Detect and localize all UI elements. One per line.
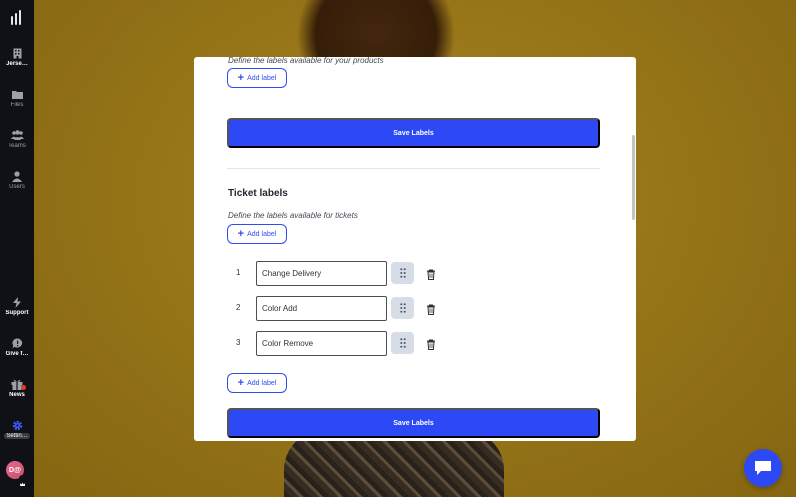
app-logo-icon[interactable] [10, 9, 24, 25]
sidebar-item-label: Files [10, 102, 24, 108]
ticket-labels-title: Ticket labels [228, 188, 288, 199]
sidebar-item-workspace[interactable]: Jerse… [0, 47, 34, 67]
lightning-icon [0, 296, 34, 308]
ticket-label-input[interactable]: Color Remove [256, 331, 387, 356]
row-index: 1 [236, 268, 241, 277]
sidebar-item-support[interactable]: Support [0, 296, 34, 316]
ticket-label-row: 1 Change Delivery [228, 261, 448, 286]
ticket-labels-hint: Define the labels available for tickets [228, 211, 358, 220]
add-label-text: Add label [247, 230, 277, 238]
sidebar-item-label: Support [5, 310, 29, 316]
plus-icon: + [237, 228, 245, 240]
chat-widget-button[interactable] [744, 449, 782, 487]
folder-icon [0, 88, 34, 100]
drag-handle-icon[interactable] [391, 297, 414, 319]
notification-dot [21, 385, 26, 390]
ticket-label-input[interactable]: Change Delivery [256, 261, 387, 286]
sidebar-item-news[interactable]: News [0, 378, 34, 398]
sidebar-item-users[interactable]: Users [0, 170, 34, 190]
add-label-text: Add label [247, 74, 277, 82]
drag-handle-icon[interactable] [391, 262, 414, 284]
ticket-label-row: 2 Color Add [228, 296, 448, 321]
add-ticket-label-button-top[interactable]: + Add label [227, 224, 287, 244]
sidebar-item-settings[interactable]: Settin… [0, 419, 34, 439]
user-icon [0, 170, 34, 182]
plus-icon: + [237, 72, 245, 84]
building-icon [0, 47, 34, 59]
sidebar-item-teams[interactable]: Teams [0, 129, 34, 149]
sidebar-item-files[interactable]: Files [0, 88, 34, 108]
ticket-label-input[interactable]: Color Add [256, 296, 387, 321]
row-index: 2 [236, 303, 241, 312]
save-ticket-labels-button[interactable]: Save Labels [227, 408, 600, 438]
trash-icon[interactable] [426, 267, 436, 280]
people-icon [0, 129, 34, 141]
sidebar-item-label: Teams [8, 143, 26, 149]
section-divider [227, 168, 600, 169]
row-index: 3 [236, 338, 241, 347]
sidebar-item-feedback[interactable]: Give f… [0, 337, 34, 357]
trash-icon[interactable] [426, 337, 436, 350]
trash-icon[interactable] [426, 302, 436, 315]
add-product-label-button[interactable]: + Add label [227, 68, 287, 88]
chat-icon [755, 461, 771, 475]
gift-icon [0, 378, 34, 390]
modal-scrollbar[interactable] [632, 135, 635, 220]
add-label-text: Add label [247, 379, 277, 387]
crown-icon [19, 475, 26, 486]
sidebar-item-label: Give f… [5, 351, 29, 357]
sidebar-item-label: Jerse… [6, 61, 28, 67]
sidebar: Jerse… Files Teams Users Support Give f… [0, 0, 34, 497]
add-ticket-label-button-bottom[interactable]: + Add label [227, 373, 287, 393]
sidebar-item-label: News [9, 392, 25, 398]
ticket-label-row: 3 Color Remove [228, 331, 448, 356]
sidebar-item-label: Settin… [4, 433, 30, 439]
gear-icon [0, 419, 34, 431]
save-product-labels-button[interactable]: Save Labels [227, 118, 600, 148]
plus-icon: + [237, 377, 245, 389]
drag-handle-icon[interactable] [391, 332, 414, 354]
feedback-icon [0, 337, 34, 349]
product-labels-hint: Define the labels available for your pro… [228, 56, 384, 65]
sidebar-item-label: Users [9, 184, 25, 190]
